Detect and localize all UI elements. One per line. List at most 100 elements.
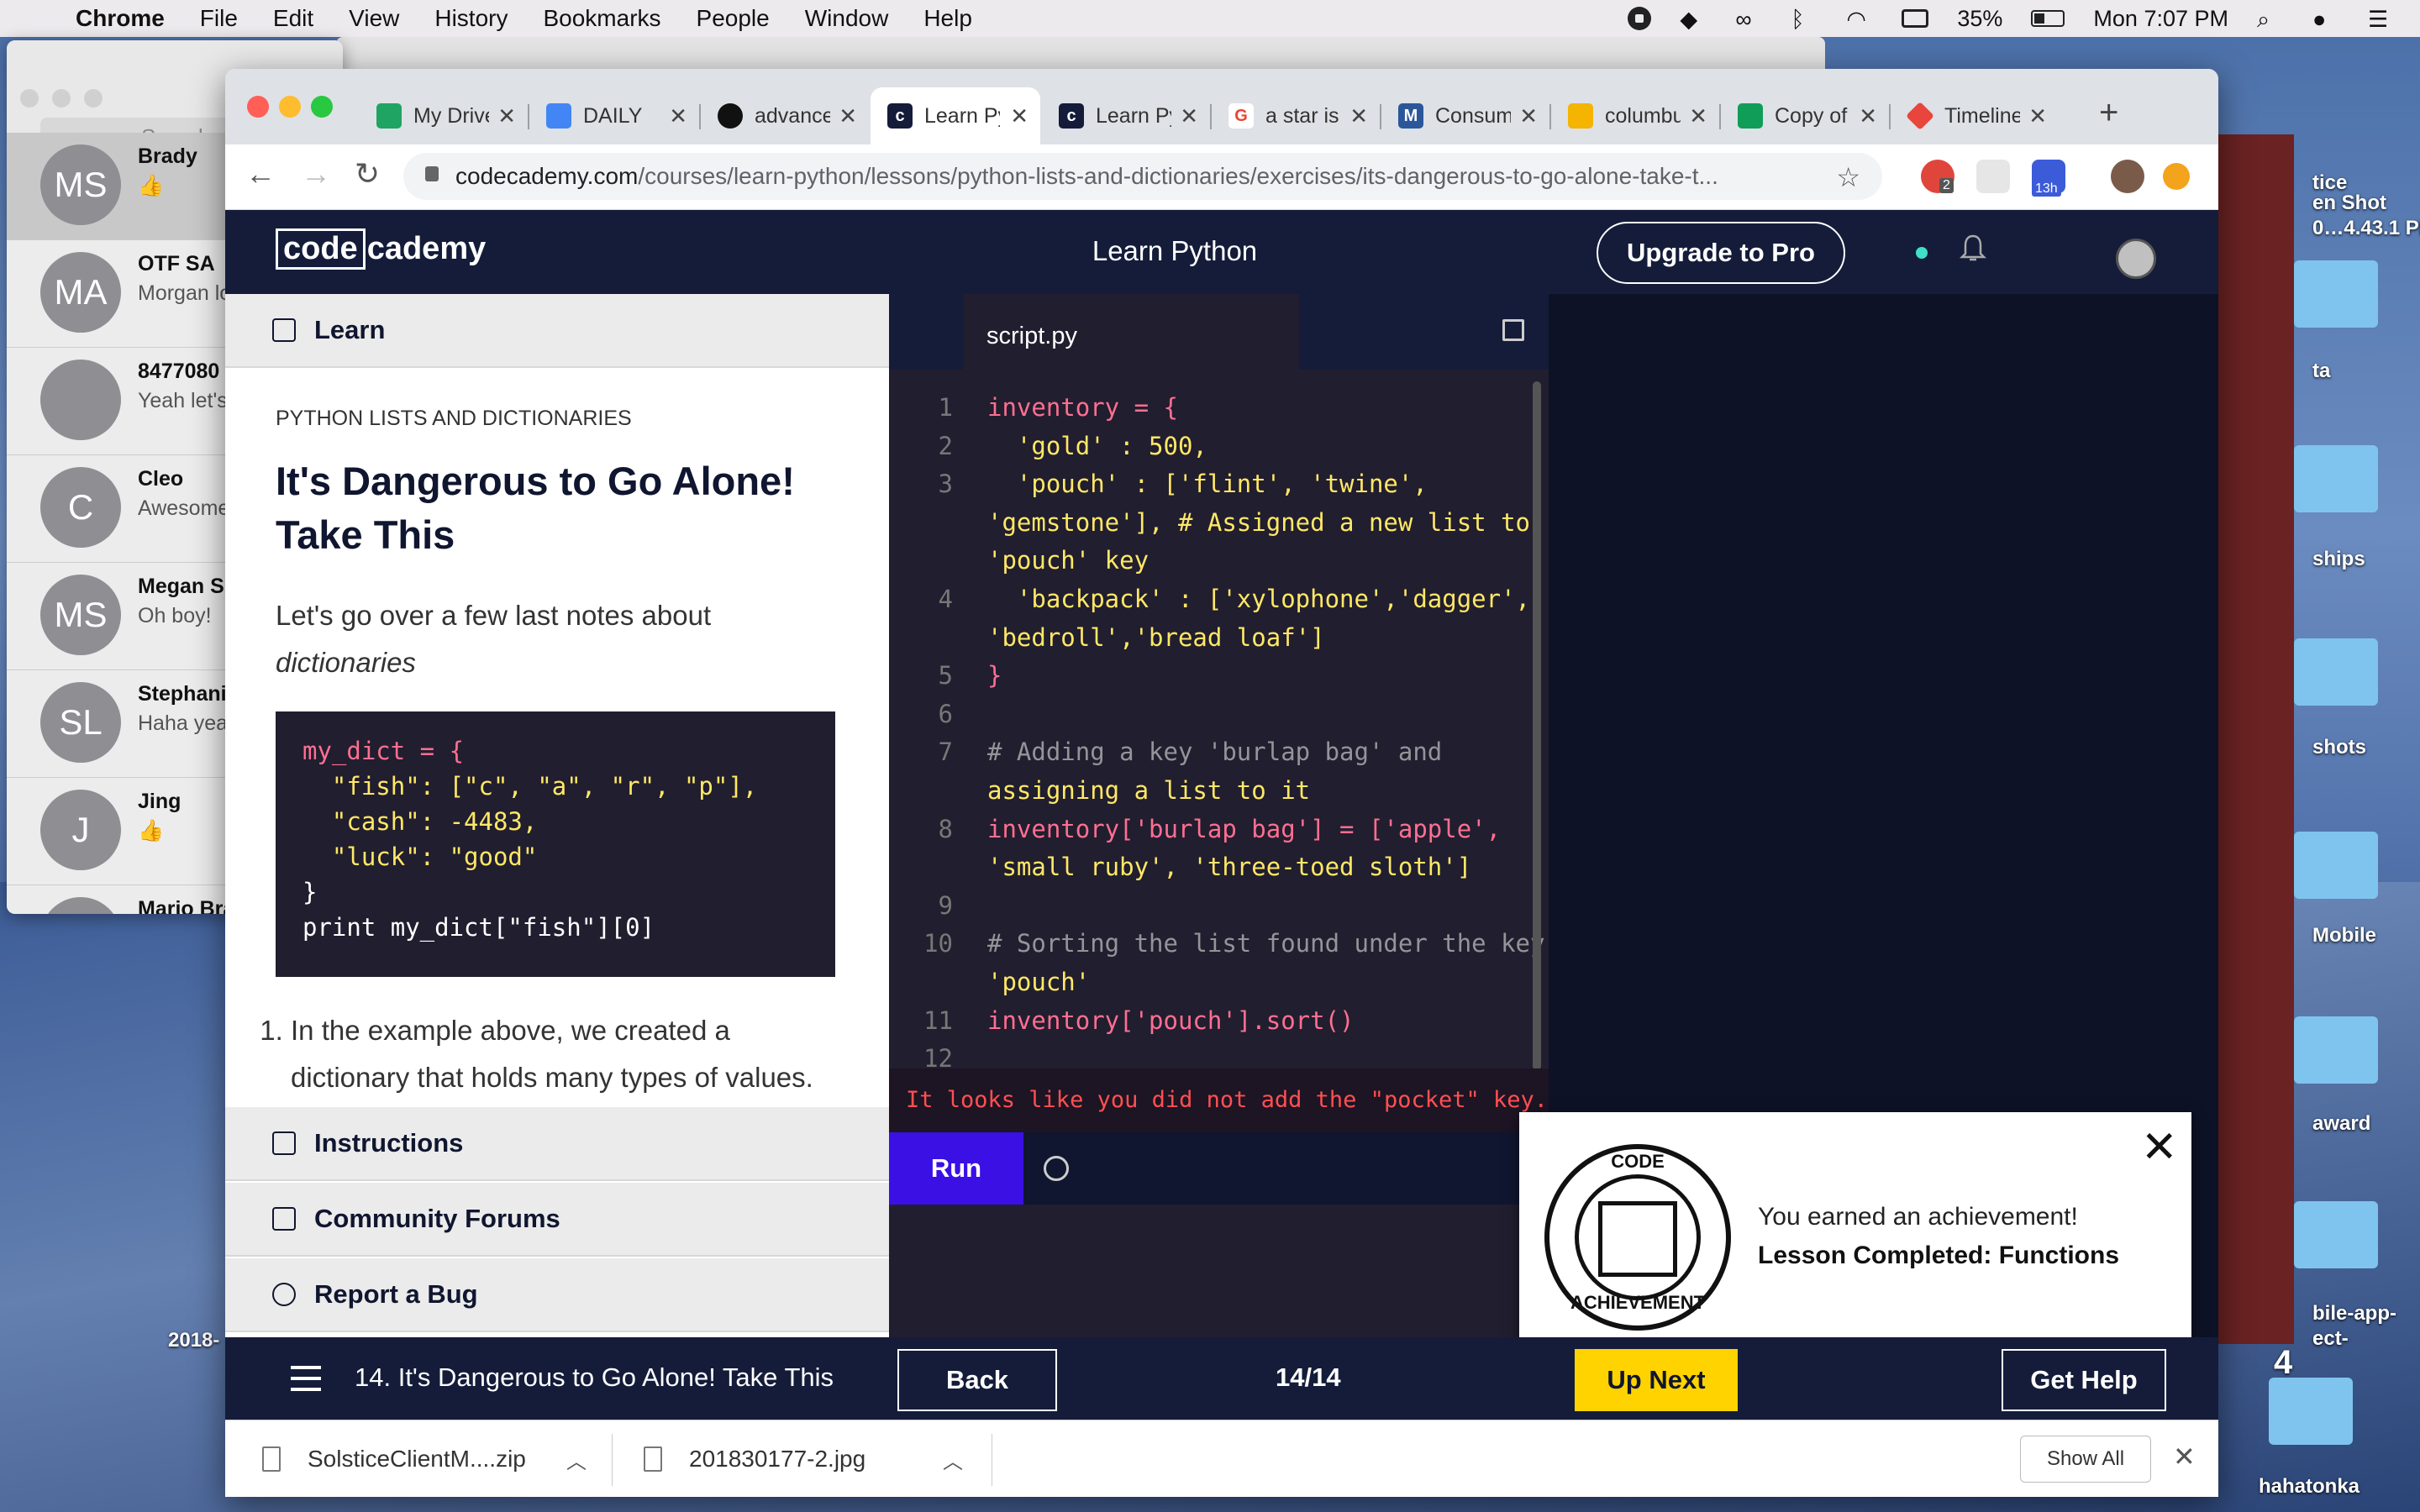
close-tab-icon[interactable]: ✕	[1519, 103, 1538, 129]
expand-icon[interactable]	[1502, 319, 1524, 341]
download-item[interactable]: SolsticeClientM....zip ︿	[262, 1420, 598, 1497]
desktop-label[interactable]: ect-	[2312, 1327, 2349, 1351]
bluetooth-icon[interactable]: ᛒ	[1791, 7, 1818, 32]
clock[interactable]: Mon 7:07 PM	[2093, 6, 2228, 32]
url-path: /courses/learn-python/lessons/python-lis…	[638, 163, 1718, 189]
airplay-icon[interactable]	[1902, 9, 1929, 28]
refresh-icon[interactable]	[1044, 1156, 1069, 1181]
folder-icon[interactable]	[2294, 260, 2378, 328]
desktop-label[interactable]: shots	[2312, 736, 2366, 759]
creative-cloud-icon[interactable]: ∞	[1735, 7, 1762, 32]
close-window-button[interactable]	[247, 96, 269, 118]
close-window-button[interactable]	[20, 89, 39, 108]
close-icon[interactable]: ✕	[2141, 1126, 2178, 1169]
minimize-window-button[interactable]	[279, 96, 301, 118]
close-tab-icon[interactable]: ✕	[2028, 103, 2047, 129]
wifi-icon[interactable]: ◠	[1846, 7, 1873, 32]
community-forums-tab[interactable]: Community Forums	[225, 1183, 889, 1257]
close-tab-icon[interactable]: ✕	[669, 103, 687, 129]
back-button[interactable]: Back	[897, 1349, 1057, 1411]
tab-learn-python-active[interactable]: c Learn Python ✕	[871, 87, 1040, 144]
tab-consumer[interactable]: M Consumer ✕	[1381, 87, 1549, 144]
close-tab-icon[interactable]: ✕	[1689, 103, 1707, 129]
screen-record-icon[interactable]	[1628, 7, 1652, 30]
siri-icon[interactable]: ●	[2312, 7, 2339, 32]
spotlight-search-icon[interactable]: ⌕	[2257, 7, 2284, 32]
bookmark-star-icon[interactable]: ☆	[1836, 161, 1860, 193]
menu-icon[interactable]	[291, 1366, 321, 1391]
menu-history[interactable]: History	[434, 5, 508, 32]
learn-tab[interactable]: Learn	[225, 294, 889, 368]
upgrade-to-pro-button[interactable]: Upgrade to Pro	[1597, 222, 1845, 284]
folder-icon[interactable]	[2294, 445, 2378, 512]
desktop-label[interactable]: 2018-	[168, 1329, 219, 1352]
close-icon[interactable]: ✕	[2173, 1441, 2196, 1473]
close-tab-icon[interactable]: ✕	[839, 103, 857, 129]
desktop-label[interactable]: en Shot	[2312, 192, 2386, 215]
get-help-button[interactable]: Get Help	[2002, 1349, 2166, 1411]
badge-top-text: CODE	[1611, 1151, 1665, 1172]
battery-icon[interactable]	[2031, 10, 2065, 27]
desktop-label[interactable]: bile-app-	[2312, 1302, 2396, 1326]
menu-app-name[interactable]: Chrome	[76, 5, 165, 32]
close-tab-icon[interactable]: ✕	[1349, 103, 1368, 129]
desktop-label[interactable]: ta	[2312, 360, 2330, 383]
editor-scrollbar[interactable]	[1533, 381, 1541, 1070]
desktop-label[interactable]: award	[2312, 1112, 2370, 1136]
user-avatar[interactable]	[2116, 239, 2156, 279]
zoom-window-button[interactable]	[84, 89, 103, 108]
chevron-up-icon[interactable]: ︿	[566, 1445, 587, 1474]
folder-icon[interactable]	[2269, 1378, 2353, 1445]
show-all-button[interactable]: Show All	[2020, 1436, 2151, 1483]
run-button[interactable]: Run	[889, 1132, 1023, 1205]
report-bug-tab[interactable]: Report a Bug	[225, 1258, 889, 1332]
menu-view[interactable]: View	[349, 5, 399, 32]
tab-daily[interactable]: DAILY ✕	[529, 87, 699, 144]
close-tab-icon[interactable]: ✕	[1010, 103, 1028, 129]
address-bar[interactable]: codecademy.com/courses/learn-python/less…	[403, 153, 1882, 200]
extension-icon[interactable]	[1976, 160, 2010, 193]
update-icon[interactable]	[2163, 163, 2190, 190]
tab-timeline[interactable]: Timeline ✕	[1891, 87, 2059, 144]
tab-github[interactable]: advanced ✕	[701, 87, 869, 144]
zoom-window-button[interactable]	[311, 96, 333, 118]
folder-icon[interactable]	[2294, 1016, 2378, 1084]
file-tab-script-py[interactable]: script.py	[963, 294, 1299, 370]
up-next-button[interactable]: Up Next	[1575, 1349, 1738, 1411]
desktop-label[interactable]: hahatonka	[2259, 1475, 2360, 1499]
menu-people[interactable]: People	[697, 5, 770, 32]
tab-google-search[interactable]: G a star is born ✕	[1212, 87, 1380, 144]
notification-center-icon[interactable]: ☰	[2368, 7, 2395, 32]
download-item[interactable]: 201830177-2.jpg ︿	[644, 1420, 980, 1497]
desktop-label[interactable]: Mobile	[2312, 924, 2376, 948]
tab-copy-of[interactable]: Copy of ✕	[1721, 87, 1889, 144]
folder-icon[interactable]	[2294, 638, 2378, 706]
desktop-label[interactable]: ships	[2312, 548, 2365, 571]
profile-avatar[interactable]	[2111, 160, 2144, 193]
current-lesson-title[interactable]: 14. It's Dangerous to Go Alone! Take Thi…	[355, 1362, 834, 1393]
chevron-up-icon[interactable]: ︿	[943, 1445, 963, 1474]
minimize-window-button[interactable]	[52, 89, 71, 108]
folder-icon[interactable]	[2294, 832, 2378, 899]
tab-columbus[interactable]: columbus ✕	[1551, 87, 1719, 144]
back-arrow-icon[interactable]: ←	[245, 156, 276, 192]
folder-icon[interactable]	[2294, 1201, 2378, 1268]
menu-bookmarks[interactable]: Bookmarks	[543, 5, 660, 32]
close-tab-icon[interactable]: ✕	[1180, 103, 1198, 129]
menu-help[interactable]: Help	[923, 5, 972, 32]
desktop-label[interactable]: 0…4.43.1 PM	[2312, 217, 2420, 240]
menu-window[interactable]: Window	[805, 5, 889, 32]
reload-icon[interactable]: ↻	[355, 156, 380, 192]
instructions-tab[interactable]: Instructions	[225, 1107, 889, 1181]
close-tab-icon[interactable]: ✕	[1859, 103, 1877, 129]
tab-learn-python[interactable]: c Learn Python ✕	[1042, 87, 1210, 144]
dropbox-icon[interactable]: ◆	[1680, 7, 1707, 32]
menu-edit[interactable]: Edit	[273, 5, 313, 32]
forward-arrow-icon[interactable]: →	[301, 156, 331, 192]
tab-my-drive[interactable]: My Drive ✕	[360, 87, 528, 144]
new-tab-button[interactable]: +	[2099, 94, 2118, 132]
menu-file[interactable]: File	[200, 5, 238, 32]
bell-icon[interactable]	[1960, 234, 1986, 264]
close-tab-icon[interactable]: ✕	[497, 103, 516, 129]
code-text-area[interactable]: 1 inventory = {2 'gold' : 500, 3 'pouch' :…	[889, 390, 1549, 1067]
